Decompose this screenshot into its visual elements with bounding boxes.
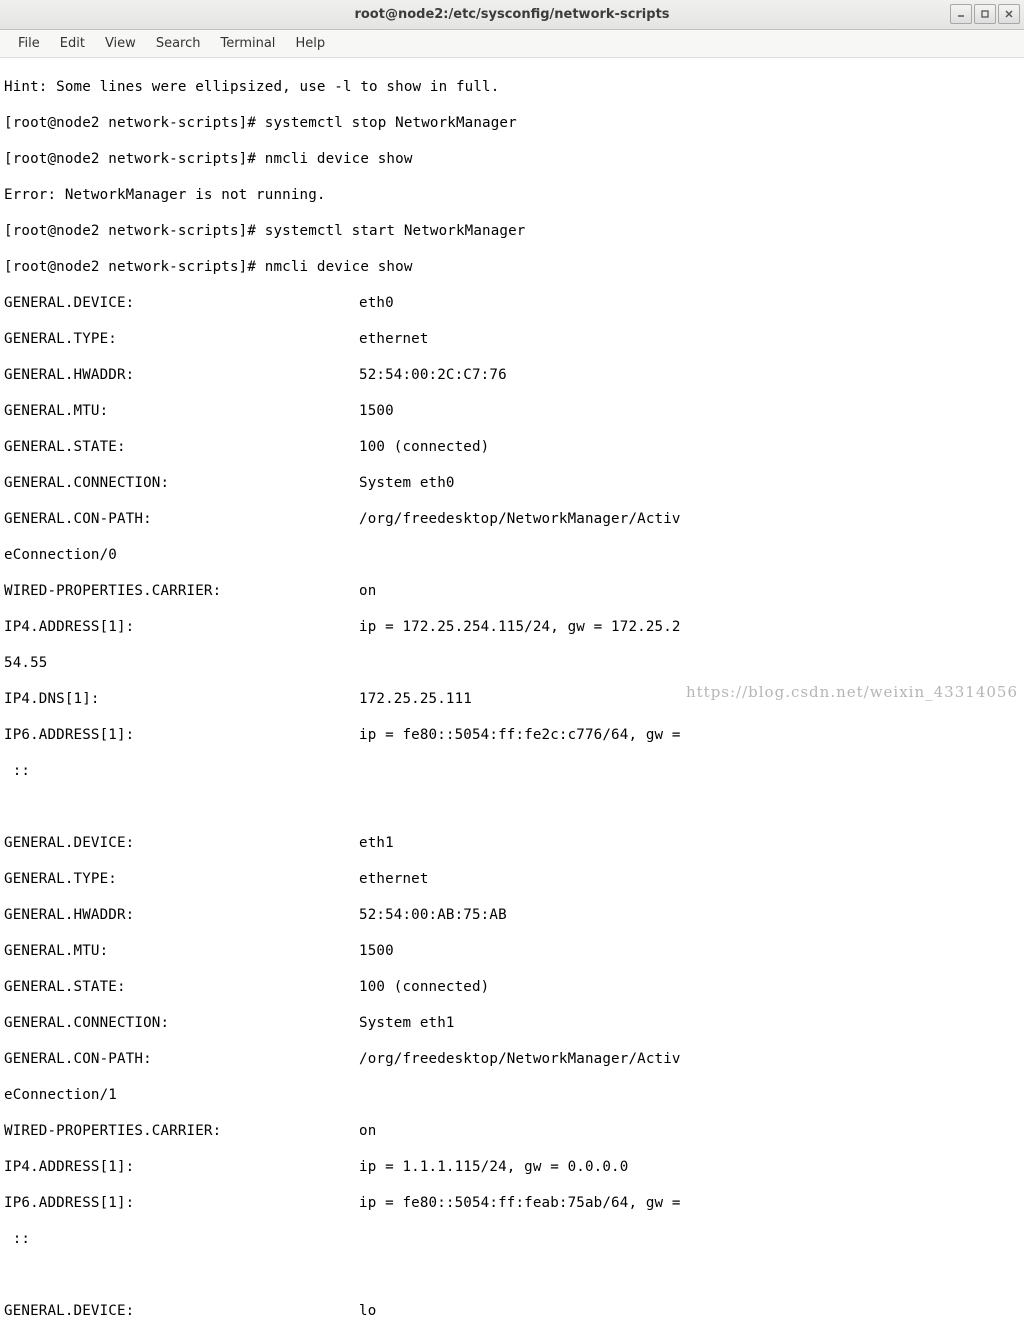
kv-value: System eth1 (359, 1014, 455, 1032)
kv-value: 1500 (359, 942, 394, 960)
kv-value: /org/freedesktop/NetworkManager/Activ (359, 510, 681, 528)
kv-key: GENERAL.HWADDR: (4, 906, 359, 924)
output-line: 54.55 (4, 654, 1020, 672)
kv-row: GENERAL.DEVICE:lo (4, 1302, 1020, 1320)
kv-row: WIRED-PROPERTIES.CARRIER:on (4, 1122, 1020, 1140)
kv-key: GENERAL.CONNECTION: (4, 474, 359, 492)
kv-row: GENERAL.STATE:100 (connected) (4, 978, 1020, 996)
kv-key: GENERAL.MTU: (4, 402, 359, 420)
kv-row: GENERAL.CON-PATH:/org/freedesktop/Networ… (4, 1050, 1020, 1068)
prompt-line: [root@node2 network-scripts]# nmcli devi… (4, 150, 1020, 168)
menu-file[interactable]: File (8, 32, 50, 55)
kv-row: GENERAL.STATE:100 (connected) (4, 438, 1020, 456)
kv-key: GENERAL.HWADDR: (4, 366, 359, 384)
kv-key: GENERAL.TYPE: (4, 870, 359, 888)
kv-value: System eth0 (359, 474, 455, 492)
kv-key: GENERAL.CON-PATH: (4, 510, 359, 528)
kv-value: eth1 (359, 834, 394, 852)
kv-key: GENERAL.CON-PATH: (4, 1050, 359, 1068)
kv-row: GENERAL.TYPE:ethernet (4, 870, 1020, 888)
menu-view[interactable]: View (95, 32, 146, 55)
watermark: https://blog.csdn.net/weixin_43314056 (686, 683, 1018, 701)
blank-line (4, 798, 1020, 816)
kv-key: GENERAL.TYPE: (4, 330, 359, 348)
kv-value: /org/freedesktop/NetworkManager/Activ (359, 1050, 681, 1068)
menu-help[interactable]: Help (285, 32, 335, 55)
kv-row: GENERAL.CON-PATH:/org/freedesktop/Networ… (4, 510, 1020, 528)
kv-row: IP4.ADDRESS[1]:ip = 172.25.254.115/24, g… (4, 618, 1020, 636)
kv-value: ethernet (359, 330, 429, 348)
kv-row: GENERAL.CONNECTION:System eth1 (4, 1014, 1020, 1032)
kv-value: ip = fe80::5054:ff:feab:75ab/64, gw = (359, 1194, 681, 1212)
kv-key: GENERAL.CONNECTION: (4, 1014, 359, 1032)
output-line: :: (4, 1230, 1020, 1248)
output-line: eConnection/1 (4, 1086, 1020, 1104)
kv-row: GENERAL.HWADDR:52:54:00:AB:75:AB (4, 906, 1020, 924)
menubar: File Edit View Search Terminal Help (0, 30, 1024, 58)
kv-row: IP6.ADDRESS[1]:ip = fe80::5054:ff:fe2c:c… (4, 726, 1020, 744)
kv-key: GENERAL.DEVICE: (4, 1302, 359, 1320)
kv-value: 100 (connected) (359, 438, 489, 456)
kv-value: ethernet (359, 870, 429, 888)
kv-row: GENERAL.DEVICE:eth0 (4, 294, 1020, 312)
close-icon (1004, 9, 1014, 19)
kv-row: GENERAL.MTU:1500 (4, 942, 1020, 960)
kv-value: ip = fe80::5054:ff:fe2c:c776/64, gw = (359, 726, 681, 744)
kv-key: IP4.ADDRESS[1]: (4, 618, 359, 636)
kv-value: ip = 1.1.1.115/24, gw = 0.0.0.0 (359, 1158, 628, 1176)
output-line: :: (4, 762, 1020, 780)
output-line: Hint: Some lines were ellipsized, use -l… (4, 78, 1020, 96)
prompt-line: [root@node2 network-scripts]# systemctl … (4, 222, 1020, 240)
kv-key: IP6.ADDRESS[1]: (4, 726, 359, 744)
kv-key: GENERAL.DEVICE: (4, 834, 359, 852)
minimize-icon (956, 9, 966, 19)
close-button[interactable] (998, 4, 1020, 24)
kv-row: GENERAL.TYPE:ethernet (4, 330, 1020, 348)
maximize-icon (980, 9, 990, 19)
output-line: Error: NetworkManager is not running. (4, 186, 1020, 204)
kv-row: GENERAL.MTU:1500 (4, 402, 1020, 420)
maximize-button[interactable] (974, 4, 996, 24)
menu-search[interactable]: Search (146, 32, 211, 55)
kv-row: GENERAL.CONNECTION:System eth0 (4, 474, 1020, 492)
window-controls (950, 4, 1020, 24)
kv-value: lo (359, 1302, 376, 1320)
kv-key: WIRED-PROPERTIES.CARRIER: (4, 582, 359, 600)
kv-value: on (359, 582, 376, 600)
window-title: root@node2:/etc/sysconfig/network-script… (354, 7, 669, 22)
kv-value: 1500 (359, 402, 394, 420)
window-titlebar: root@node2:/etc/sysconfig/network-script… (0, 0, 1024, 30)
kv-value: on (359, 1122, 376, 1140)
kv-key: GENERAL.MTU: (4, 942, 359, 960)
output-line: eConnection/0 (4, 546, 1020, 564)
kv-key: GENERAL.STATE: (4, 978, 359, 996)
menu-edit[interactable]: Edit (50, 32, 95, 55)
kv-key: WIRED-PROPERTIES.CARRIER: (4, 1122, 359, 1140)
kv-value: 100 (connected) (359, 978, 489, 996)
kv-value: 172.25.25.111 (359, 690, 472, 708)
kv-row: IP6.ADDRESS[1]:ip = fe80::5054:ff:feab:7… (4, 1194, 1020, 1212)
kv-key: IP4.DNS[1]: (4, 690, 359, 708)
kv-value: 52:54:00:AB:75:AB (359, 906, 507, 924)
kv-key: GENERAL.DEVICE: (4, 294, 359, 312)
kv-value: 52:54:00:2C:C7:76 (359, 366, 507, 384)
menu-terminal[interactable]: Terminal (210, 32, 285, 55)
kv-row: GENERAL.DEVICE:eth1 (4, 834, 1020, 852)
kv-row: IP4.ADDRESS[1]:ip = 1.1.1.115/24, gw = 0… (4, 1158, 1020, 1176)
prompt-line: [root@node2 network-scripts]# systemctl … (4, 114, 1020, 132)
kv-key: IP4.ADDRESS[1]: (4, 1158, 359, 1176)
minimize-button[interactable] (950, 4, 972, 24)
blank-line (4, 1266, 1020, 1284)
kv-row: WIRED-PROPERTIES.CARRIER:on (4, 582, 1020, 600)
kv-value: ip = 172.25.254.115/24, gw = 172.25.2 (359, 618, 681, 636)
kv-value: eth0 (359, 294, 394, 312)
kv-key: IP6.ADDRESS[1]: (4, 1194, 359, 1212)
kv-row: GENERAL.HWADDR:52:54:00:2C:C7:76 (4, 366, 1020, 384)
kv-key: GENERAL.STATE: (4, 438, 359, 456)
prompt-line: [root@node2 network-scripts]# nmcli devi… (4, 258, 1020, 276)
